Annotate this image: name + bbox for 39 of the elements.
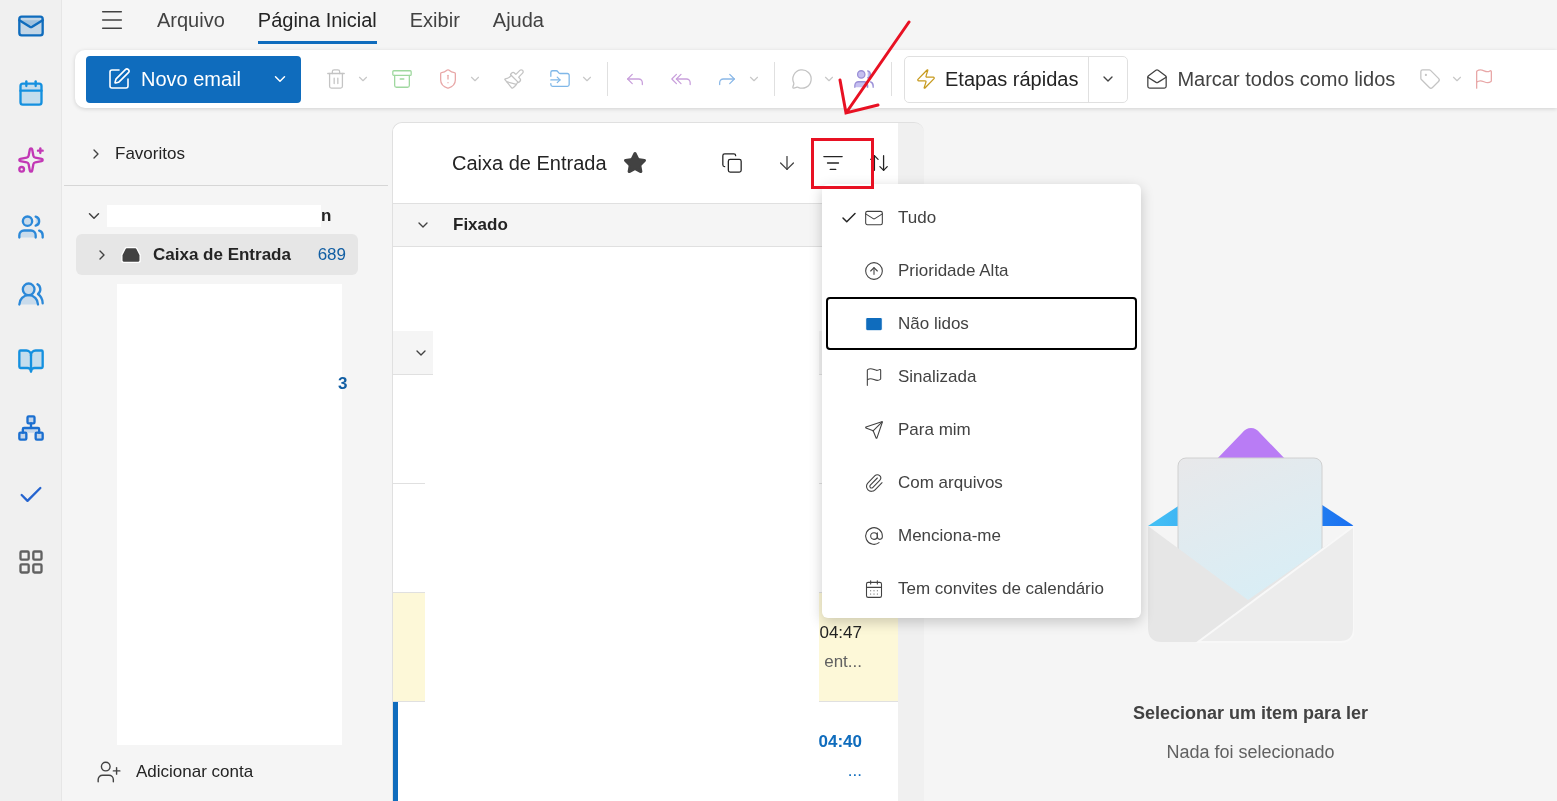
- unread-count: 689: [317, 243, 346, 266]
- menu-item[interactable]: Não lidos: [826, 297, 1137, 350]
- unread-count: 3: [338, 373, 348, 395]
- menu-tab[interactable]: Exibir: [409, 5, 460, 44]
- calendar-icon: [864, 578, 884, 599]
- message-time: 04:40: [818, 730, 862, 753]
- send-icon: [864, 419, 884, 440]
- open-envelope-icon: [1146, 68, 1169, 90]
- message-preview: ...: [847, 760, 862, 782]
- account-name: n: [321, 205, 332, 228]
- empty-state-subtitle: Nada foi selecionado: [1166, 741, 1335, 764]
- paperclip-icon: [864, 472, 884, 493]
- favorite-star-icon[interactable]: [622, 151, 647, 175]
- message-preview: ent...: [824, 651, 862, 673]
- menu-item[interactable]: Tem convites de calendário: [826, 562, 1137, 615]
- menu-item[interactable]: Sinalizada: [826, 350, 1137, 403]
- at-sign-icon: [864, 525, 884, 546]
- quick-steps-button[interactable]: Etapas rápidas: [904, 55, 1129, 103]
- message-time: 04:47: [819, 621, 862, 644]
- folder-item[interactable]: Caixa de Entrada 689: [76, 234, 358, 275]
- flag-icon: [864, 366, 884, 387]
- folder-title: Caixa de Entrada: [452, 151, 607, 176]
- new-email-button[interactable]: Novo email: [86, 55, 301, 103]
- menu-item[interactable]: Com arquivos: [826, 456, 1137, 509]
- add-account-button[interactable]: Adicionar conta: [96, 759, 390, 785]
- arrow-up-circle-icon: [864, 260, 884, 281]
- compose-icon: [107, 67, 131, 91]
- menu-item[interactable]: Prioridade Alta: [826, 244, 1137, 297]
- add-person-icon: [96, 759, 122, 785]
- menu-tab[interactable]: Página Inicial: [257, 5, 377, 44]
- menu-item[interactable]: Para mim: [826, 403, 1137, 456]
- empty-state-title: Selecionar um item para ler: [1132, 702, 1369, 725]
- lightning-icon: [915, 68, 937, 90]
- menu-tab[interactable]: Arquivo: [157, 5, 225, 44]
- menu-item[interactable]: Menciona-me: [826, 509, 1137, 562]
- favorites-item[interactable]: Favoritos: [62, 142, 390, 166]
- mark-all-read-button[interactable]: Marcar todos como lidos: [1146, 59, 1396, 99]
- annotation-box: [811, 138, 874, 189]
- menu-tab[interactable]: Ajuda: [492, 5, 544, 44]
